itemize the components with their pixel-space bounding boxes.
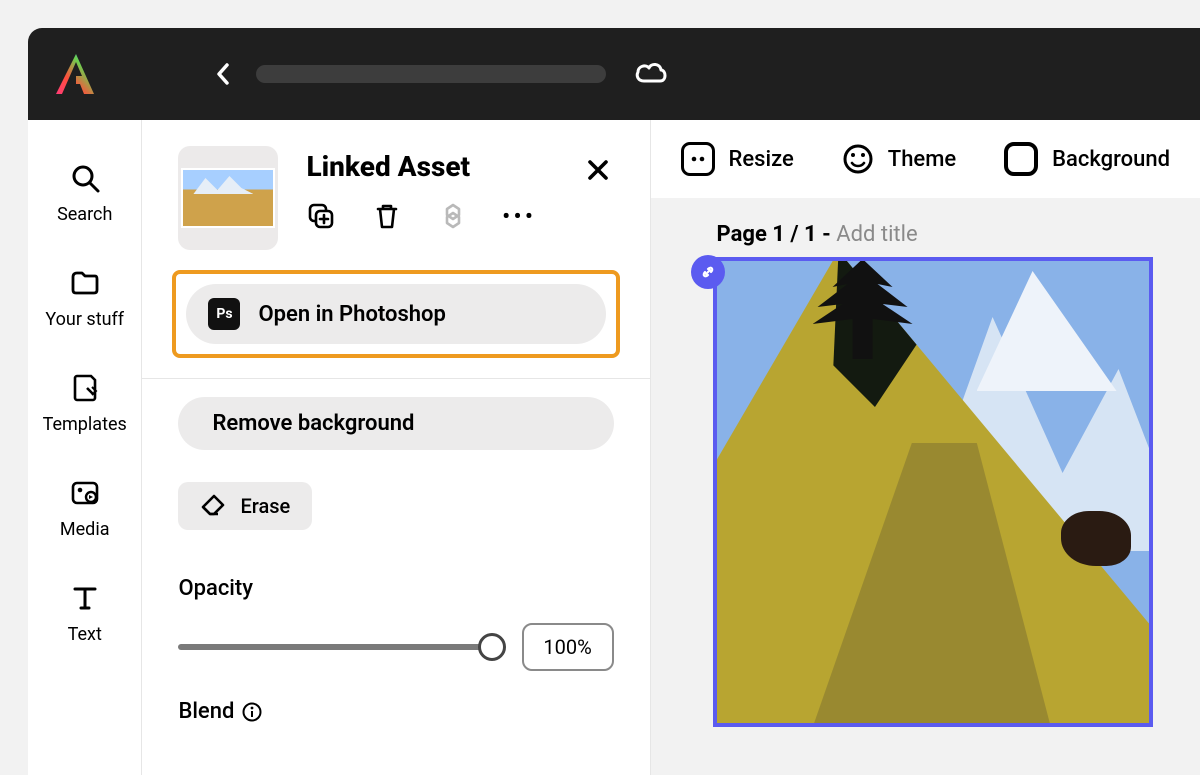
- open-in-photoshop-highlight: Ps Open in Photoshop: [172, 270, 619, 358]
- unlink-icon[interactable]: [438, 201, 468, 231]
- panel-divider: [142, 378, 649, 379]
- eraser-icon: [200, 494, 226, 518]
- app-header: [28, 28, 1200, 120]
- nav-search-label: Search: [57, 204, 112, 225]
- background-tool[interactable]: Background: [1004, 142, 1170, 176]
- opacity-label: Opacity: [178, 576, 613, 601]
- document-title-placeholder[interactable]: [256, 65, 606, 83]
- info-icon[interactable]: [242, 702, 262, 722]
- nav-text[interactable]: Text: [68, 582, 102, 645]
- nav-text-label: Text: [68, 624, 102, 645]
- resize-tool[interactable]: Resize: [681, 142, 794, 176]
- erase-label: Erase: [240, 494, 290, 518]
- canvas-wrap: [693, 257, 1200, 727]
- nav-templates-label: Templates: [43, 414, 127, 435]
- opacity-slider[interactable]: [178, 644, 501, 650]
- remove-background-button[interactable]: Remove background: [178, 397, 613, 450]
- nav-templates[interactable]: Templates: [43, 372, 127, 435]
- background-icon: [1004, 142, 1038, 176]
- photoshop-icon: Ps: [208, 298, 240, 330]
- cloud-sync-icon[interactable]: [634, 59, 668, 89]
- app-shell: Search Your stuff Templates Media Text: [28, 28, 1200, 775]
- nav-media[interactable]: Media: [60, 477, 110, 540]
- close-panel-button[interactable]: [582, 154, 614, 186]
- canvas-toolbar: Resize Theme Background: [651, 120, 1200, 198]
- panel-header: Linked Asset •••: [142, 120, 649, 270]
- duplicate-icon[interactable]: [306, 201, 336, 231]
- left-nav: Search Your stuff Templates Media Text: [28, 120, 142, 775]
- background-label: Background: [1052, 147, 1170, 172]
- properties-panel: Linked Asset •••: [142, 120, 650, 775]
- open-in-photoshop-button[interactable]: Ps Open in Photoshop: [186, 284, 605, 344]
- adobe-express-logo[interactable]: [52, 50, 100, 98]
- resize-icon: [681, 142, 715, 176]
- blend-label: Blend: [178, 699, 234, 724]
- theme-tool[interactable]: Theme: [842, 143, 956, 175]
- opacity-value-input[interactable]: 100%: [522, 623, 614, 671]
- nav-your-stuff-label: Your stuff: [45, 309, 124, 330]
- page-indicator[interactable]: Page 1 / 1 - Add title: [651, 198, 1200, 247]
- blend-row: Blend: [178, 699, 613, 724]
- panel-title: Linked Asset: [306, 150, 534, 183]
- asset-thumbnail[interactable]: [178, 146, 278, 250]
- more-options-icon[interactable]: •••: [504, 201, 534, 231]
- open-in-photoshop-label: Open in Photoshop: [258, 302, 445, 327]
- app-body: Search Your stuff Templates Media Text: [28, 120, 1200, 775]
- theme-icon: [842, 143, 874, 175]
- page-title-placeholder: Add title: [836, 222, 917, 247]
- canvas-area: Resize Theme Background Page 1 / 1 - Add…: [651, 120, 1200, 775]
- nav-media-label: Media: [60, 519, 110, 540]
- nav-your-stuff[interactable]: Your stuff: [45, 267, 124, 330]
- theme-label: Theme: [888, 147, 956, 172]
- canvas-selected-image[interactable]: [713, 257, 1153, 727]
- resize-label: Resize: [729, 147, 794, 172]
- opacity-slider-handle[interactable]: [478, 633, 506, 661]
- linked-asset-badge-icon[interactable]: [691, 255, 725, 289]
- back-button[interactable]: [208, 59, 238, 89]
- erase-button[interactable]: Erase: [178, 482, 312, 530]
- page-number: Page 1 / 1 -: [717, 222, 837, 247]
- remove-background-label: Remove background: [212, 411, 414, 436]
- nav-search[interactable]: Search: [57, 162, 112, 225]
- delete-icon[interactable]: [372, 201, 402, 231]
